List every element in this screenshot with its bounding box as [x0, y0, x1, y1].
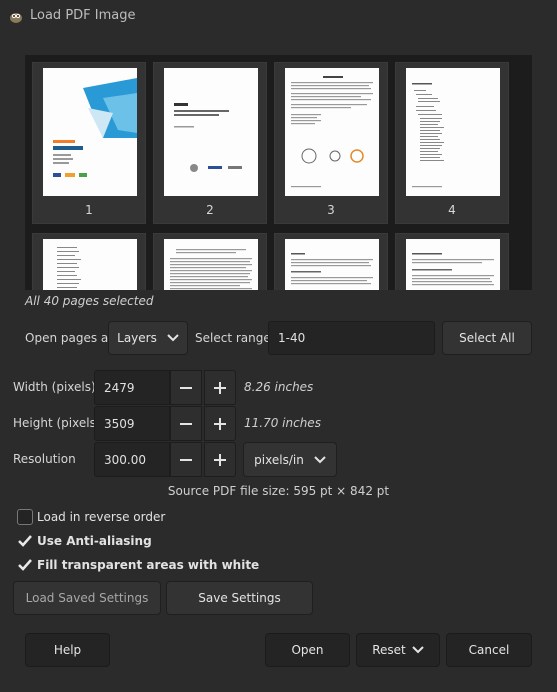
page-image: [285, 68, 379, 196]
width-input[interactable]: 2479: [94, 370, 170, 405]
page-number: 2: [206, 203, 214, 217]
page-image: [406, 239, 500, 290]
selection-status: All 40 pages selected: [25, 294, 154, 308]
page-thumbnail-4[interactable]: 4: [395, 62, 509, 224]
resolution-decrement-button[interactable]: [170, 442, 202, 477]
cancel-button[interactable]: Cancel: [446, 633, 532, 667]
select-range-label: Select range:: [195, 331, 275, 345]
height-input[interactable]: 3509: [94, 406, 170, 441]
width-inches: 8.26 inches: [244, 380, 314, 394]
reverse-order-checkbox[interactable]: [17, 509, 33, 525]
page-number: 1: [85, 203, 93, 217]
reset-label: Reset: [372, 643, 406, 657]
minus-icon: [180, 386, 192, 389]
width-increment-button[interactable]: [204, 370, 236, 405]
plus-icon: [214, 453, 226, 466]
check-icon: [18, 559, 32, 571]
page-thumbnail-5[interactable]: [32, 233, 146, 290]
plus-icon: [214, 381, 226, 394]
plus-icon: [214, 417, 226, 430]
page-thumbnail-6[interactable]: [153, 233, 267, 290]
open-pages-as-dropdown[interactable]: Layers: [108, 321, 188, 355]
title-bar: Load PDF Image: [0, 0, 557, 32]
page-image: [43, 68, 137, 196]
open-pages-label: Open pages as: [25, 331, 115, 345]
window-title: Load PDF Image: [30, 8, 136, 23]
page-image: [164, 239, 258, 290]
height-label: Height (pixels): [13, 416, 101, 430]
reset-button[interactable]: Reset: [356, 633, 440, 667]
height-increment-button[interactable]: [204, 406, 236, 441]
resolution-increment-button[interactable]: [204, 442, 236, 477]
minus-icon: [180, 458, 192, 461]
open-button[interactable]: Open: [265, 633, 350, 667]
width-decrement-button[interactable]: [170, 370, 202, 405]
resolution-input[interactable]: 300.00: [94, 442, 170, 477]
fill-white-checkbox[interactable]: [17, 557, 33, 573]
page-thumbnail-1[interactable]: 1: [32, 62, 146, 224]
page-image: [406, 68, 500, 196]
page-number: 4: [448, 203, 456, 217]
select-all-button[interactable]: Select All: [442, 321, 532, 355]
page-thumbnail-3[interactable]: 3: [274, 62, 388, 224]
fill-white-label[interactable]: Fill transparent areas with white: [37, 558, 259, 572]
chevron-down-icon: [412, 646, 424, 654]
check-icon: [18, 535, 32, 547]
chevron-down-icon: [314, 455, 326, 463]
help-button[interactable]: Help: [25, 633, 110, 667]
page-preview-area[interactable]: 1 2 3 4: [25, 55, 532, 290]
reverse-order-label[interactable]: Load in reverse order: [37, 510, 165, 524]
height-inches: 11.70 inches: [244, 416, 321, 430]
resolution-unit-value: pixels/in: [254, 452, 304, 467]
source-pdf-size: Source PDF file size: 595 pt × 842 pt: [167, 484, 390, 498]
resolution-label: Resolution: [13, 452, 76, 466]
anti-aliasing-label[interactable]: Use Anti-aliasing: [37, 534, 152, 548]
gimp-icon: [10, 13, 22, 23]
open-pages-value: Layers: [117, 331, 157, 345]
page-image: [164, 68, 258, 196]
load-saved-settings-button[interactable]: Load Saved Settings: [13, 581, 161, 615]
page-thumbnail-8[interactable]: [395, 233, 509, 290]
page-number: 3: [327, 203, 335, 217]
minus-icon: [180, 422, 192, 425]
page-thumbnail-7[interactable]: [274, 233, 388, 290]
page-image: [285, 239, 379, 290]
select-range-input[interactable]: 1-40: [268, 321, 435, 355]
width-label: Width (pixels): [13, 380, 96, 394]
anti-aliasing-checkbox[interactable]: [17, 533, 33, 549]
chevron-down-icon: [167, 334, 179, 342]
save-settings-button[interactable]: Save Settings: [166, 581, 313, 615]
resolution-unit-dropdown[interactable]: pixels/in: [243, 442, 337, 477]
height-decrement-button[interactable]: [170, 406, 202, 441]
page-thumbnail-2[interactable]: 2: [153, 62, 267, 224]
page-image: [43, 239, 137, 290]
